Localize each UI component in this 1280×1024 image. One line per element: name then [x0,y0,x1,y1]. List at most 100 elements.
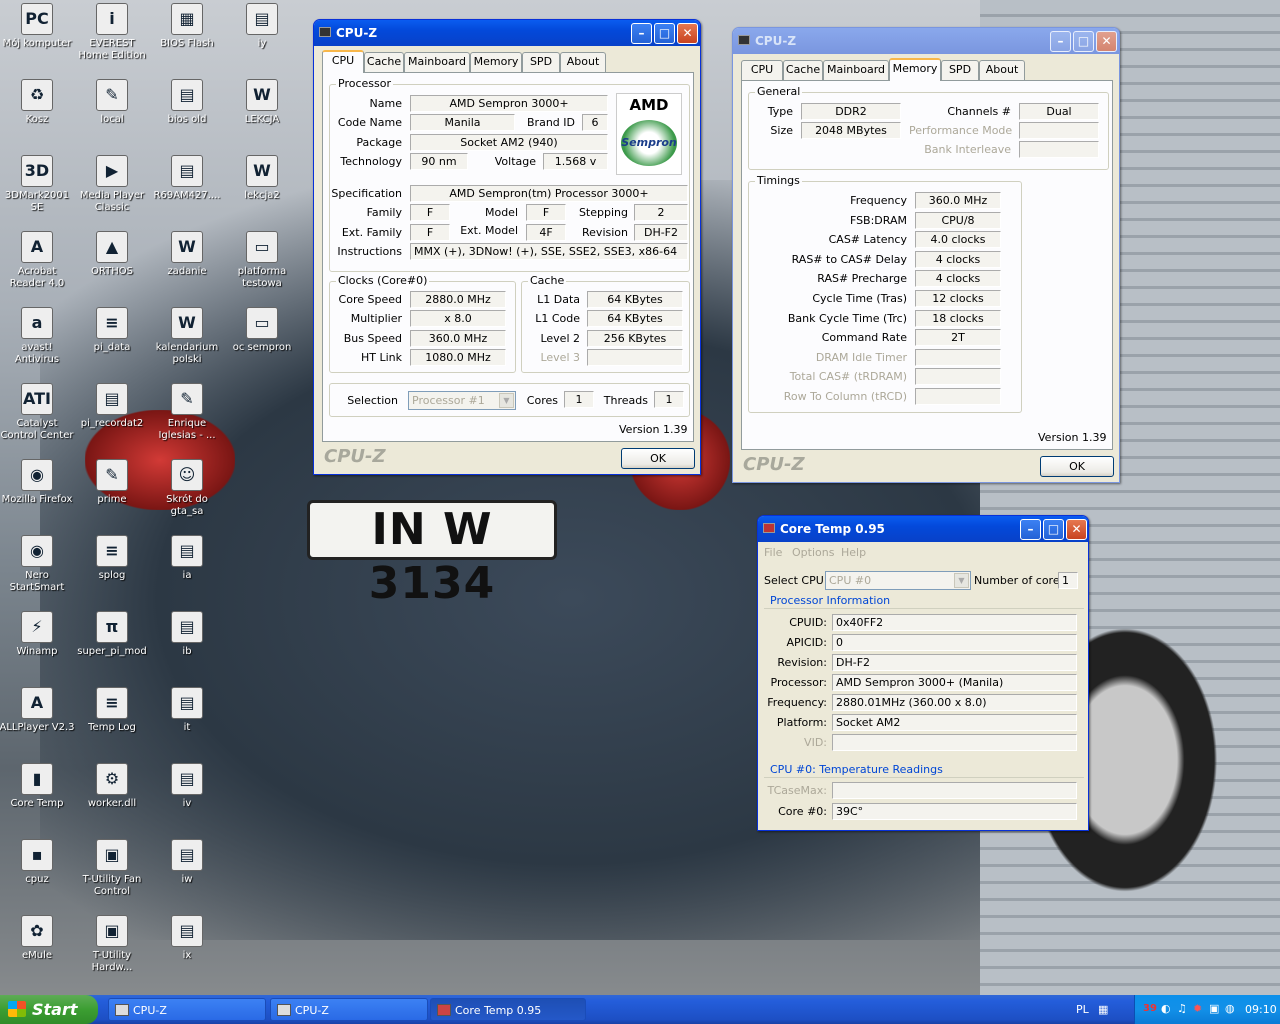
ok-button[interactable]: OK [1040,456,1114,477]
timing-value: 4 clocks [915,250,1001,268]
desktop-icon[interactable]: W LEKCJA [224,79,300,126]
desktop-icon[interactable]: ▤ iv [149,763,225,810]
desktop-icon[interactable]: ▮ Core Temp [0,763,75,810]
desktop-icon[interactable]: Wkalendarium polski [149,307,225,366]
desktop-icon[interactable]: ≡ Temp Log [74,687,150,734]
desktop-icon[interactable]: ATI Catalyst Control Center [0,383,75,442]
taskbar-button-coretemp[interactable]: Core Temp 0.95 [430,998,586,1021]
desktop-icon[interactable]: ▪ cpuz [0,839,75,886]
desktop-icon[interactable]: ◉ Mozilla Firefox [0,459,75,506]
desktop-icon[interactable]: ▲ ORTHOS [74,231,150,278]
desktop-icon[interactable]: ▣ T-Utility Fan Control [74,839,150,898]
desktop-icon[interactable]: ≡ splog [74,535,150,582]
tab-memory[interactable]: Memory [470,52,522,72]
desktop-icon[interactable]: ✎ local [74,79,150,126]
desktop-icon[interactable]: ▤ it [149,687,225,734]
maximize-button[interactable]: □ [1073,31,1094,52]
desktop-icon[interactable]: ◉ Nero StartSmart [0,535,75,594]
desktop-icon[interactable]: ☺ Skrót do gta_sa [149,459,225,518]
desktop-icon-label: cpuz [25,874,49,885]
language-indicator[interactable]: PL [1076,1003,1089,1016]
desktop-icon[interactable]: ✎ Enrique Iglesias - ... [149,383,225,442]
wallpaper-license-plate: IN W 3134 [307,500,557,609]
desktop-icon[interactable]: a avast! Antivirus [0,307,75,366]
close-button[interactable]: ✕ [1096,31,1117,52]
codename-value: Manila [410,114,515,131]
tray-temperature[interactable]: 39 [1143,1003,1157,1014]
taskbar-button-cpuz-1[interactable]: CPU-Z [108,998,266,1021]
tab-cpu[interactable]: CPU [322,50,364,73]
tab-about[interactable]: About [560,52,606,72]
desktop-icon[interactable]: ▤ iy [224,3,300,50]
maximize-button[interactable]: □ [654,23,675,44]
desktop-icon-image: ☺ [171,459,203,491]
coretemp-titlebar[interactable]: Core Temp 0.95 – □ ✕ [758,516,1088,542]
desktop-icon[interactable]: ▤ ia [149,535,225,582]
cpuz-icon [277,1004,291,1016]
desktop-icon[interactable]: ✎ prime [74,459,150,506]
ok-button[interactable]: OK [621,448,695,469]
tray-network-icon[interactable]: ▣ [1209,1002,1219,1015]
clock[interactable]: 09:10 [1245,1003,1277,1016]
desktop-icon-label: it [183,722,191,733]
desktop-icon[interactable]: ▭ platforma testowa [224,231,300,290]
desktop-icon[interactable]: ✿ eMule [0,915,75,962]
tab-cache[interactable]: Cache [783,60,823,80]
stepping-label: Stepping [578,206,628,219]
tab-spd[interactable]: SPD [522,52,560,72]
desktop-icon[interactable]: Wzadanie [149,231,225,278]
cpu-select[interactable]: CPU #0 ▼ [825,571,971,590]
menu-options[interactable]: Options [792,546,834,559]
desktop-icon[interactable]: ▤ pi_recordat2 [74,383,150,430]
desktop-icon[interactable]: ▤ ix [149,915,225,962]
desktop-icon[interactable]: ♻ Kosz [0,79,75,126]
tab-about[interactable]: About [979,60,1025,80]
minimize-button[interactable]: – [1050,31,1071,52]
desktop-icon[interactable]: ⚙ worker.dll [74,763,150,810]
cpuz-titlebar[interactable]: CPU-Z – □ ✕ [314,20,700,46]
close-button[interactable]: ✕ [677,23,698,44]
desktop-icon[interactable]: PC Mój komputer [0,3,75,50]
minimize-button[interactable]: – [631,23,652,44]
menu-help[interactable]: Help [841,546,866,559]
desktop-icon[interactable]: Wlekcja2 [224,155,300,202]
desktop-icon[interactable]: ≡ pi_data [74,307,150,354]
desktop-icon[interactable]: i EVEREST Home Edition [74,3,150,62]
desktop-icon[interactable]: π super_pi_mod [74,611,150,658]
desktop-icon[interactable]: ⚡ Winamp [0,611,75,658]
start-button[interactable]: Start [0,995,98,1024]
tcasemax-value [832,782,1077,799]
desktop-icon[interactable]: ▤ R69AM427.... [149,155,225,202]
keyboard-icon[interactable]: ▦ [1098,1003,1108,1016]
tab-spd[interactable]: SPD [941,60,979,80]
tab-cache[interactable]: Cache [364,52,404,72]
tab-memory[interactable]: Memory [889,58,941,81]
desktop-icon-label: Kosz [25,114,49,125]
close-button[interactable]: ✕ [1066,519,1087,540]
tray-avast-icon[interactable]: ◍ [1225,1002,1235,1015]
desktop-icon[interactable]: A Acrobat Reader 4.0 [0,231,75,290]
maximize-button[interactable]: □ [1043,519,1064,540]
desktop-icon[interactable]: ▦ BIOS Flash [149,3,225,50]
tab-mainboard[interactable]: Mainboard [404,52,470,72]
tab-mainboard[interactable]: Mainboard [823,60,889,80]
desktop-icon[interactable]: ▤ bios old [149,79,225,126]
desktop-icon[interactable]: ▭ oc sempron [224,307,300,354]
tray-speaker-icon[interactable]: ◐ [1161,1002,1171,1015]
tab-cpu[interactable]: CPU [741,60,783,80]
core-speed-value: 2880.0 MHz [410,291,506,308]
desktop-icon[interactable]: ▣ T-Utility Hardw... [74,915,150,974]
desktop-icon[interactable]: 3D 3DMark2001 SE [0,155,75,214]
tray-sound-icon[interactable]: ♫ [1177,1002,1187,1015]
desktop-icon[interactable]: ▤ ib [149,611,225,658]
desktop-icon[interactable]: A ALLPlayer V2.3 [0,687,75,734]
performance-mode-value [1019,122,1099,139]
taskbar-button-cpuz-2[interactable]: CPU-Z [270,998,428,1021]
desktop-icon[interactable]: ▶ Media Player Classic [74,155,150,214]
minimize-button[interactable]: – [1020,519,1041,540]
desktop-icon[interactable]: ▤ iw [149,839,225,886]
menu-file[interactable]: File [764,546,782,559]
tray-nero-icon[interactable]: ✹ [1193,1002,1202,1015]
cpuz2-titlebar[interactable]: CPU-Z – □ ✕ [733,28,1119,54]
processor-select[interactable]: Processor #1 ▼ [408,391,516,410]
